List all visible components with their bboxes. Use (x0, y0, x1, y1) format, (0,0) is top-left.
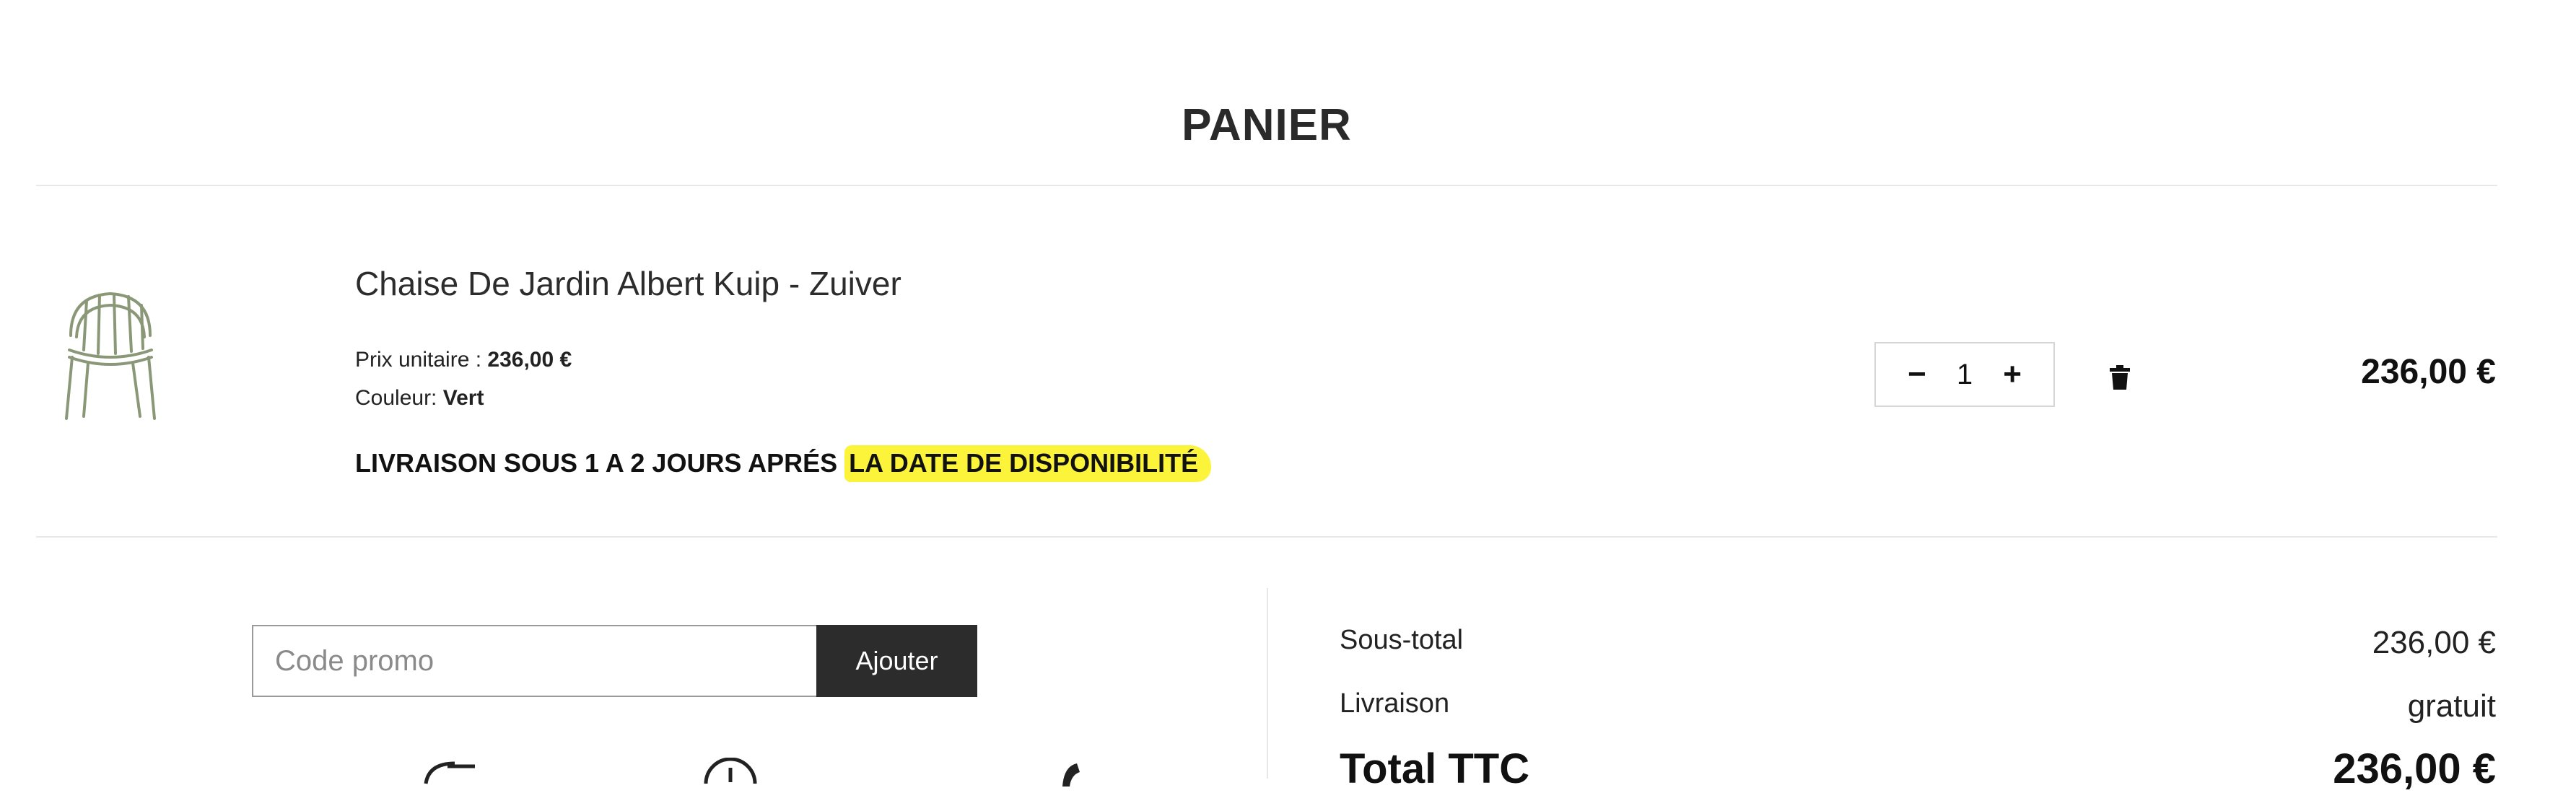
subtotal-value: 236,00 € (2372, 625, 2496, 660)
decrease-quantity-button[interactable]: − (1908, 359, 1926, 390)
line-total: 236,00 € (2361, 353, 2496, 391)
color-label: Couleur: (355, 386, 443, 410)
shipping-icon (424, 761, 475, 784)
apply-promo-button[interactable]: Ajouter (816, 625, 977, 697)
chair-icon[interactable] (56, 285, 165, 422)
delivery-highlight: LA DATE DE DISPONIBILITÉ (844, 445, 1212, 482)
shipping-value: gratuit (2407, 688, 2496, 724)
quantity-value[interactable]: 1 (1957, 359, 1973, 391)
support-icon (1062, 763, 1080, 787)
subtotal-label: Sous-total (1340, 625, 1464, 655)
increase-quantity-button[interactable]: + (2003, 359, 2022, 390)
clock-icon (704, 758, 757, 784)
page-title: PANIER (1182, 100, 1352, 150)
unit-price-value: 236,00 € (487, 348, 572, 372)
product-name[interactable]: Chaise De Jardin Albert Kuip - Zuiver (355, 264, 901, 303)
delivery-text: LIVRAISON SOUS 1 A 2 JOURS APRÉS (355, 448, 845, 478)
total-value: 236,00 € (2333, 745, 2496, 792)
total-label: Total TTC (1340, 745, 1530, 792)
unit-price-label: Prix unitaire : (355, 348, 488, 372)
promo-code-input[interactable] (252, 625, 816, 697)
trash-icon[interactable] (2110, 365, 2130, 390)
quantity-stepper[interactable]: − 1 + (1874, 342, 2055, 407)
top-divider (36, 185, 2497, 186)
color-value: Vert (442, 386, 484, 410)
color-info: Couleur: Vert (355, 386, 484, 411)
unit-price: Prix unitaire : 236,00 € (355, 348, 572, 372)
shipping-label: Livraison (1340, 688, 1450, 719)
bottom-divider (36, 536, 2497, 538)
delivery-notice: LIVRAISON SOUS 1 A 2 JOURS APRÉS LA DATE… (355, 445, 1212, 482)
vertical-divider (1267, 588, 1268, 779)
